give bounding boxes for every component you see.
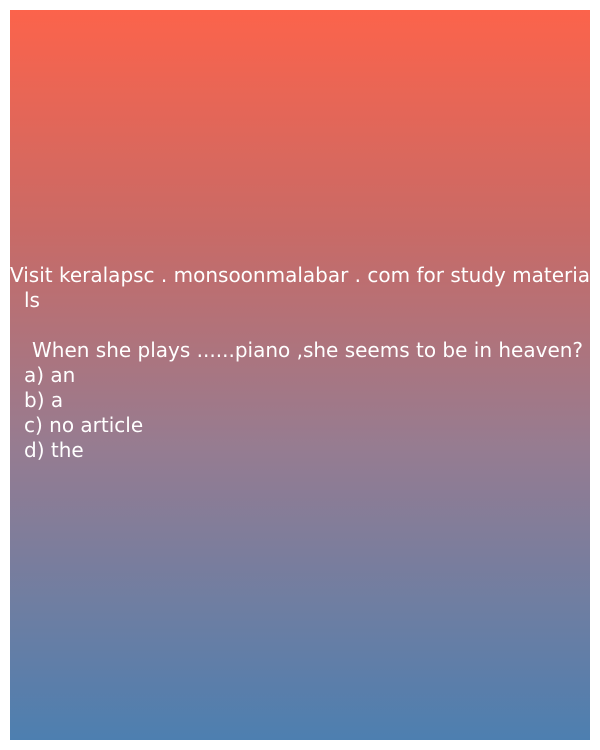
question-card: Visit keralapsc . monsoonmalabar . com f… [10,10,590,740]
option-b[interactable]: b) a [10,388,590,413]
question-text: When she plays ......piano ,she seems to… [32,338,584,362]
promo-text-line-1: Visit keralapsc . monsoonmalabar . com f… [10,263,590,287]
option-d[interactable]: d) the [10,438,590,463]
option-c[interactable]: c) no article [10,413,590,438]
promo-text-line-2: ls [24,288,40,312]
card-content: Visit keralapsc . monsoonmalabar . com f… [10,263,590,463]
option-a[interactable]: a) an [10,363,590,388]
